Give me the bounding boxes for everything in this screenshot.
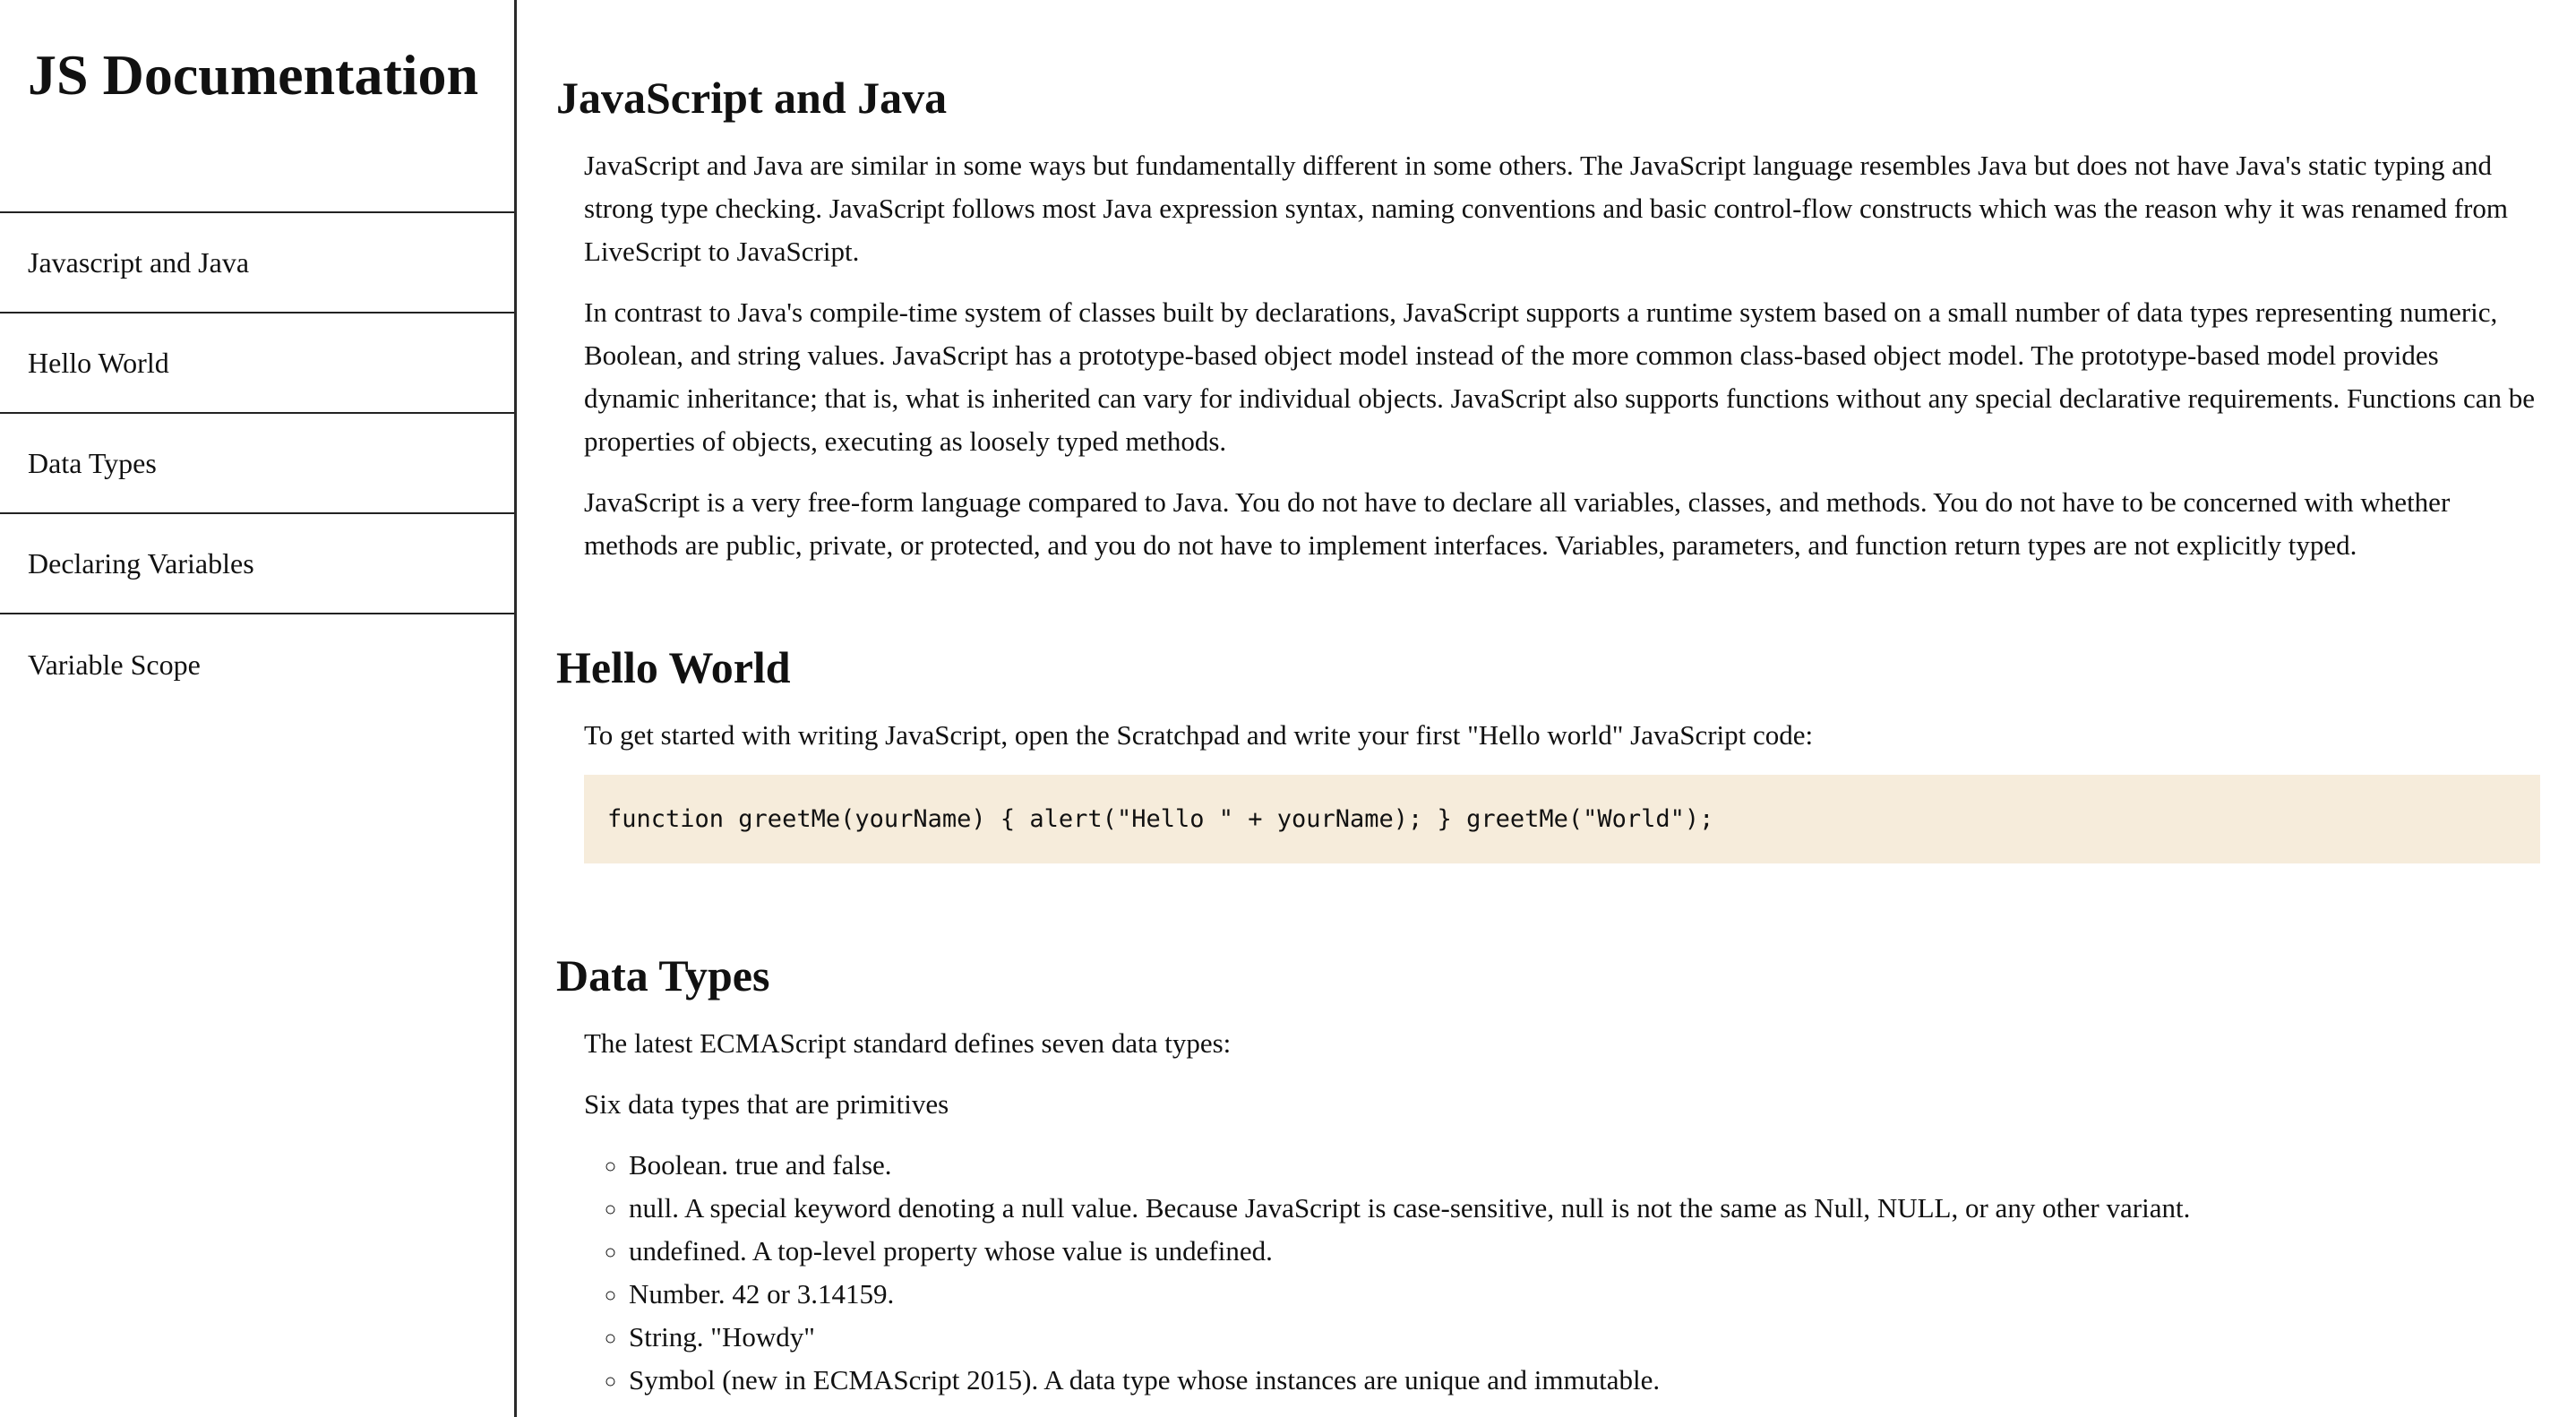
nav-link-hello-world[interactable]: Hello World [0,313,514,414]
list-item: String. "Howdy" [629,1316,2540,1359]
nav-title: JS Documentation [28,43,479,107]
code-snippet: function greetMe(yourName) { alert("Hell… [607,805,1714,833]
nav-link-data-types[interactable]: Data Types [0,414,514,514]
paragraph: To get started with writing JavaScript, … [584,719,1814,751]
paragraph: JavaScript is a very free-form language … [584,486,2451,561]
nav-link-javascript-and-java[interactable]: Javascript and Java [0,213,514,313]
section-body: JavaScript and Java are similar in some … [556,144,2540,567]
list-item: null. A special keyword denoting a null … [629,1187,2540,1230]
list-item: Boolean. true and false. [629,1144,2540,1187]
section-title: JavaScript and Java [556,73,948,123]
code-block: function greetMe(yourName) { alert("Hell… [584,775,2540,863]
list-item: undefined. A top-level property whose va… [629,1230,2540,1273]
paragraph: The latest ECMAScript standard defines s… [584,1027,1232,1059]
paragraph: JavaScript and Java are similar in some … [584,150,2508,267]
nav-list: Javascript and Java Hello World Data Typ… [0,211,514,715]
paragraph: Six data types that are primitives [584,1088,949,1120]
list-item: Symbol (new in ECMAScript 2015). A data … [629,1359,2540,1402]
section-title: Data Types [556,950,770,1000]
nav-link-declaring-variables[interactable]: Declaring Variables [0,514,514,614]
section-javascript-and-java: JavaScript and Java JavaScript and Java … [556,71,2540,585]
section-data-types: Data Types The latest ECMAScript standar… [556,949,2540,1402]
main-doc: JavaScript and Java JavaScript and Java … [556,0,2540,1417]
nav-link-variable-scope[interactable]: Variable Scope [0,614,514,715]
section-body: The latest ECMAScript standard defines s… [556,1022,2540,1402]
section-body: To get started with writing JavaScript, … [556,714,2540,863]
section-title: Hello World [556,642,791,692]
list-item: Number. 42 or 3.14159. [629,1273,2540,1316]
section-hello-world: Hello World To get started with writing … [556,640,2540,863]
paragraph: In contrast to Java's compile-time syste… [584,296,2536,457]
navbar: JS Documentation Javascript and Java Hel… [0,0,517,1417]
data-types-list: Boolean. true and false. null. A special… [584,1144,2540,1402]
